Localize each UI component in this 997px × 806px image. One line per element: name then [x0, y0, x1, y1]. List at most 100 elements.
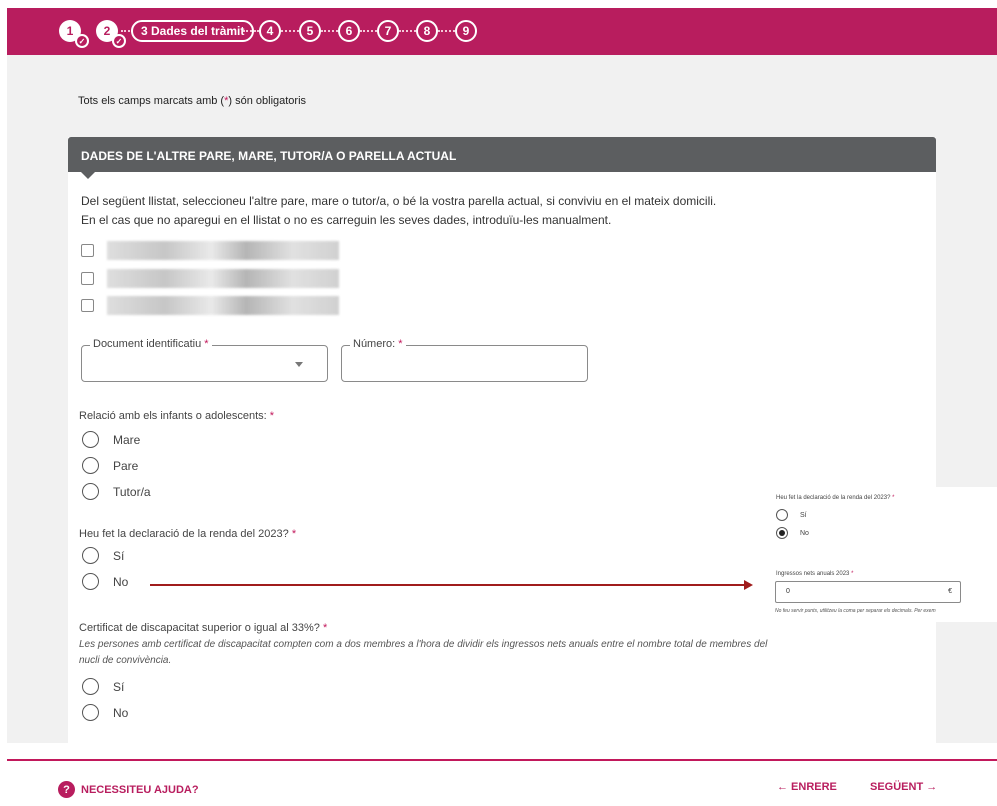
- step-connector: [360, 30, 377, 32]
- inset-option-si[interactable]: Sí: [776, 509, 807, 521]
- inset-question-text: Heu fet la declaració de la renda del 20…: [776, 495, 891, 501]
- relation-option-mare[interactable]: Mare: [82, 431, 140, 448]
- disability-helper-line-1: Les persones amb certificat de discapaci…: [79, 639, 768, 650]
- document-number-input[interactable]: Número: *: [341, 338, 588, 382]
- person-checkbox[interactable]: [81, 244, 94, 257]
- step-9[interactable]: 9: [455, 20, 477, 42]
- step-6-label: 6: [345, 24, 353, 38]
- step-7-label: 7: [384, 24, 392, 38]
- person-option-3[interactable]: [81, 296, 339, 315]
- inset-income-label-text: Ingressos nets anuals 2023: [776, 571, 850, 577]
- section-title: DADES DE L'ALTRE PARE, MARE, TUTOR/A O P…: [81, 149, 457, 163]
- relation-question-text: Relació amb els infants o adolescents:: [79, 410, 267, 422]
- intro-line-1: Del següent llistat, seleccioneu l'altre…: [81, 194, 717, 208]
- inset-callout: Heu fet la declaració de la renda del 20…: [768, 487, 997, 622]
- inset-question: Heu fet la declaració de la renda del 20…: [776, 495, 894, 501]
- person-option-1[interactable]: [81, 241, 339, 260]
- inset-income-input[interactable]: 0 €: [775, 581, 961, 603]
- annotation-arrow-line: [150, 584, 746, 586]
- step-7[interactable]: 7: [377, 20, 399, 42]
- required-star: *: [269, 410, 275, 422]
- document-number-label: Número: *: [350, 338, 406, 350]
- step-4-label: 4: [266, 24, 274, 38]
- disability-option-si[interactable]: Sí: [82, 678, 124, 695]
- back-button[interactable]: ← ENRERE: [777, 781, 837, 793]
- blurred-person-name: [107, 269, 339, 288]
- step-1-label: 1: [66, 24, 74, 38]
- euro-icon: €: [948, 588, 952, 595]
- radio-button[interactable]: [82, 573, 99, 590]
- radio-button[interactable]: [82, 457, 99, 474]
- footer-divider: [7, 759, 997, 761]
- inset-option-label: No: [800, 529, 809, 537]
- document-type-label-text: Document identificatiu: [93, 338, 202, 350]
- relation-question: Relació amb els infants o adolescents: *: [79, 410, 274, 422]
- next-button[interactable]: SEGÜENT →: [870, 781, 937, 793]
- radio-button[interactable]: [82, 431, 99, 448]
- radio-button[interactable]: [82, 704, 99, 721]
- radio-button[interactable]: [82, 678, 99, 695]
- relation-option-label: Tutor/a: [113, 484, 151, 499]
- required-star: *: [291, 528, 297, 540]
- help-link[interactable]: ? NECESSITEU AJUDA?: [58, 781, 199, 798]
- arrow-right-icon: [744, 580, 753, 590]
- form-card: DADES DE L'ALTRE PARE, MARE, TUTOR/A O P…: [68, 137, 936, 743]
- disability-option-no[interactable]: No: [82, 704, 128, 721]
- income-declaration-question: Heu fet la declaració de la renda del 20…: [79, 528, 296, 540]
- radio-button[interactable]: [82, 483, 99, 500]
- radio-button[interactable]: [82, 547, 99, 564]
- income-option-label: Sí: [113, 548, 125, 563]
- required-star: *: [204, 338, 209, 350]
- inset-income-label: Ingressos nets anuals 2023 *: [776, 571, 853, 577]
- income-declaration-option-si[interactable]: Sí: [82, 547, 124, 564]
- required-fields-note: Tots els camps marcats amb (*) són oblig…: [78, 95, 306, 107]
- step-connector: [399, 30, 416, 32]
- step-8-label: 8: [423, 24, 431, 38]
- step-5[interactable]: 5: [299, 20, 321, 42]
- radio-button[interactable]: [776, 509, 788, 521]
- required-star: *: [892, 495, 895, 501]
- required-note-before: Tots els camps marcats amb (: [78, 95, 225, 107]
- person-option-2[interactable]: [81, 269, 339, 288]
- relation-option-pare[interactable]: Pare: [82, 457, 138, 474]
- step-connector: [438, 30, 455, 32]
- disability-option-label: Sí: [113, 679, 125, 694]
- inset-option-no[interactable]: No: [776, 527, 809, 539]
- relation-option-tutor[interactable]: Tutor/a: [82, 483, 151, 500]
- required-star: *: [851, 571, 854, 577]
- income-declaration-text: Heu fet la declaració de la renda del 20…: [79, 528, 289, 540]
- check-icon: ✓: [75, 34, 89, 48]
- required-note-after: ) són obligatoris: [228, 95, 307, 107]
- section-header: DADES DE L'ALTRE PARE, MARE, TUTOR/A O P…: [68, 137, 936, 179]
- person-checkbox[interactable]: [81, 272, 94, 285]
- intro-line-2: En el cas que no aparegui en el llistat …: [81, 213, 612, 227]
- step-4[interactable]: 4: [259, 20, 281, 42]
- disability-helper-line-2: nucli de convivència.: [79, 655, 172, 666]
- document-type-label: Document identificatiu *: [90, 338, 212, 350]
- blurred-person-name: [107, 296, 339, 315]
- income-option-label: No: [113, 574, 129, 589]
- step-progress-bar: 1 ✓ 2 ✓ 3 Dades del tràmit 4 5 6 7 8 9: [7, 8, 997, 55]
- radio-button-selected[interactable]: [776, 527, 788, 539]
- required-star: *: [398, 338, 403, 350]
- required-star: *: [322, 622, 328, 634]
- step-3-label: 3 Dades del tràmit: [141, 24, 245, 38]
- person-checkbox[interactable]: [81, 299, 94, 312]
- step-3-active[interactable]: 3 Dades del tràmit: [131, 20, 255, 42]
- step-8[interactable]: 8: [416, 20, 438, 42]
- inset-income-note: No feu servir punts, utilitzeu la coma p…: [775, 608, 936, 614]
- step-1[interactable]: 1 ✓: [59, 20, 89, 48]
- step-2-label: 2: [103, 24, 111, 38]
- document-type-select[interactable]: Document identificatiu *: [81, 338, 328, 382]
- disability-question-text: Certificat de discapacitat superior o ig…: [79, 622, 320, 634]
- help-label: NECESSITEU AJUDA?: [81, 783, 199, 796]
- relation-option-label: Mare: [113, 432, 141, 447]
- step-connector: [281, 30, 299, 32]
- income-declaration-option-no[interactable]: No: [82, 573, 128, 590]
- step-2[interactable]: 2 ✓: [96, 20, 126, 48]
- inset-option-label: Sí: [800, 511, 807, 519]
- disability-question: Certificat de discapacitat superior o ig…: [79, 622, 327, 634]
- step-6[interactable]: 6: [338, 20, 360, 42]
- question-icon: ?: [58, 781, 75, 798]
- inset-income-value: 0: [786, 588, 790, 595]
